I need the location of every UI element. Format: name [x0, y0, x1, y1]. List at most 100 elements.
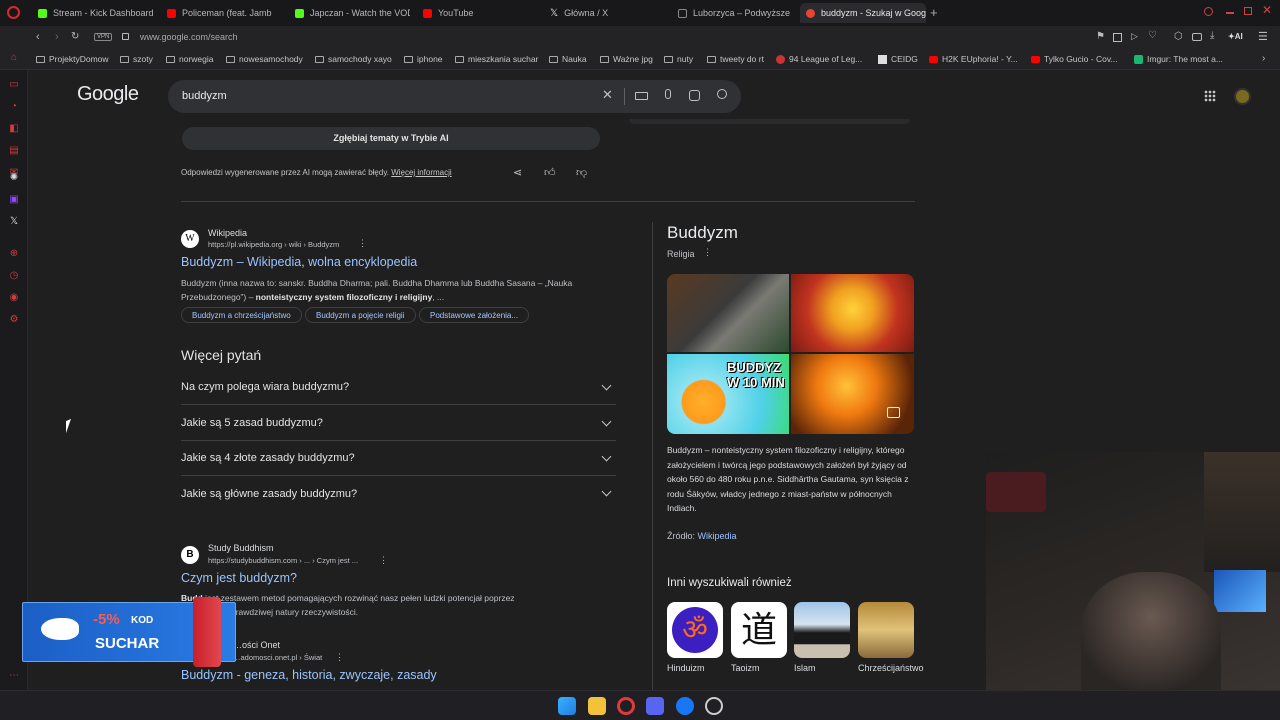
- clear-icon[interactable]: ✕: [602, 87, 613, 103]
- search-input[interactable]: buddyzm: [182, 90, 227, 102]
- player-icon[interactable]: ◉: [8, 292, 20, 304]
- more-bookmarks-icon[interactable]: ›: [1262, 53, 1265, 64]
- bag-icon[interactable]: ◧: [8, 123, 20, 135]
- kp-menu-icon[interactable]: ⋮: [703, 247, 712, 258]
- keyboard-icon[interactable]: [635, 92, 648, 100]
- maximize-icon[interactable]: [1244, 7, 1252, 15]
- clock-icon[interactable]: ◔: [8, 101, 20, 113]
- history-icon[interactable]: ◷: [8, 270, 20, 282]
- heart-icon[interactable]: ♡: [1148, 30, 1157, 41]
- bookmark-item[interactable]: iphone: [404, 54, 443, 64]
- bookmark-item[interactable]: szoty: [120, 54, 153, 64]
- opera-taskbar-icon[interactable]: [617, 697, 635, 715]
- paa-question[interactable]: Na czym polega wiara buddyzmu?: [181, 370, 616, 405]
- tab-policeman[interactable]: Policeman (feat. Jamb: [167, 3, 279, 23]
- kp-image-video-thumb[interactable]: BUDDYZ W 10 MIN: [667, 354, 789, 434]
- more-icon[interactable]: ⋯: [8, 670, 20, 682]
- bookmark-item[interactable]: norwegia: [166, 54, 214, 64]
- back-icon[interactable]: ‹: [36, 31, 40, 43]
- bookmark-item[interactable]: ProjektyDomow: [36, 54, 109, 64]
- tab-google-search[interactable]: buddyzm - Szukaj w Goog: [800, 3, 926, 23]
- kp-image-golden-buddha[interactable]: [791, 274, 914, 352]
- app-icon[interactable]: [705, 697, 723, 715]
- tab-youtube[interactable]: YouTube: [423, 3, 503, 23]
- result-menu-icon[interactable]: ⋮: [358, 238, 367, 249]
- settings-icon[interactable]: ⚙: [8, 314, 20, 326]
- related-item[interactable]: 道 Taoizm: [731, 602, 787, 673]
- bookmark-item[interactable]: 94 League of Leg...: [776, 54, 862, 64]
- download-icon[interactable]: ⤓: [1210, 30, 1214, 41]
- paa-question[interactable]: Jakie są główne zasady buddyzmu?: [181, 476, 616, 511]
- kp-image-sunset[interactable]: [791, 354, 914, 434]
- settings-menu-icon[interactable]: ☰: [1258, 30, 1268, 43]
- bookmark-item[interactable]: nuty: [664, 54, 693, 64]
- close-icon[interactable]: ✕: [1262, 3, 1272, 17]
- thumbs-down-icon[interactable]: 👎︎: [576, 166, 587, 179]
- ai-more-link[interactable]: Więcej informacji: [391, 168, 451, 177]
- bookmark-item[interactable]: mieszkania suchar: [455, 54, 538, 64]
- related-item[interactable]: Islam: [794, 602, 850, 673]
- tab-kick[interactable]: Stream - Kick Dashboard: [38, 3, 158, 23]
- file-explorer-icon[interactable]: [588, 697, 606, 715]
- related-item[interactable]: ॐ Hinduizm: [667, 602, 723, 673]
- search-tabs-icon[interactable]: [1204, 7, 1213, 16]
- reload-icon[interactable]: ↻: [71, 31, 79, 42]
- ai-button[interactable]: ✦AI: [1228, 32, 1243, 41]
- result-menu-icon[interactable]: ⋮: [335, 652, 344, 663]
- home-icon[interactable]: ⌂: [8, 52, 20, 64]
- microphone-icon[interactable]: [665, 89, 671, 99]
- paa-question[interactable]: Jakie są 4 złote zasady buddyzmu?: [181, 441, 616, 476]
- bookmark-item[interactable]: nowesamochody: [226, 54, 303, 64]
- minimize-icon[interactable]: [1226, 12, 1234, 14]
- bookmark-item[interactable]: Ważne jpg: [600, 54, 653, 64]
- speed-dial-icon[interactable]: ▭: [8, 79, 20, 91]
- source-link[interactable]: Wikipedia: [698, 531, 737, 541]
- facebook-icon[interactable]: [676, 697, 694, 715]
- result-menu-icon[interactable]: ⋮: [379, 555, 388, 566]
- url-field[interactable]: www.google.com/search: [140, 32, 238, 42]
- tab-luborzyca[interactable]: Luborzyca – Podwyższenie: [678, 3, 790, 23]
- result-title[interactable]: Czym jest buddyzm?: [181, 571, 297, 585]
- bookmark-item[interactable]: CEIDG: [878, 54, 918, 64]
- discord-icon[interactable]: [646, 697, 664, 715]
- tab-x[interactable]: 𝕏 Główna / X: [550, 3, 630, 23]
- windows-start-icon[interactable]: [558, 697, 576, 715]
- image-gallery-icon[interactable]: [887, 407, 900, 418]
- bookmark-item[interactable]: Tylko Gucio - Cov...: [1031, 54, 1118, 64]
- vpn-badge[interactable]: VPN: [94, 33, 113, 41]
- thumbs-up-icon[interactable]: 👍︎: [544, 166, 556, 179]
- messenger-icon[interactable]: ▤: [8, 145, 20, 157]
- share-icon[interactable]: ⋖: [513, 166, 522, 179]
- forward-icon[interactable]: ›: [55, 31, 59, 43]
- related-item[interactable]: Chrześcijaństwo: [858, 602, 924, 674]
- avatar[interactable]: [1234, 88, 1251, 105]
- x-icon[interactable]: 𝕏: [8, 216, 20, 228]
- lens-icon[interactable]: [689, 90, 700, 101]
- bookmark-item[interactable]: Nauka: [549, 54, 587, 64]
- sitelink-chip[interactable]: Buddyzm a pojęcie religii: [305, 307, 416, 323]
- kp-image-statue[interactable]: [667, 274, 789, 352]
- search-icon[interactable]: [717, 89, 727, 99]
- extensions-icon[interactable]: ⬡: [1174, 31, 1183, 42]
- sitelink-chip[interactable]: Buddyzm a chrześcijaństwo: [181, 307, 302, 323]
- tab-japczan[interactable]: Japczan - Watch the VOD: [295, 3, 410, 23]
- bookmark-item[interactable]: Imgur: The most a...: [1134, 54, 1223, 64]
- bookmark-item[interactable]: tweety do rt: [707, 54, 764, 64]
- bookmark-icon[interactable]: ⚑: [1096, 31, 1105, 42]
- add-icon[interactable]: ⊕: [8, 248, 20, 260]
- ai-mode-button[interactable]: Zgłębiaj tematy w Trybie AI: [182, 127, 600, 150]
- result-title[interactable]: Buddyzm - geneza, historia, zwyczaje, za…: [181, 668, 437, 682]
- sitelink-chip[interactable]: Podstawowe założenia...: [419, 307, 530, 323]
- bookmark-item[interactable]: H2K EUphoria! - Y...: [929, 54, 1018, 64]
- apps-grid-icon[interactable]: [1204, 90, 1216, 102]
- chatgpt-icon[interactable]: ✺: [8, 172, 20, 184]
- snapshot-icon[interactable]: [1113, 33, 1122, 42]
- opera-logo-icon[interactable]: [7, 6, 20, 19]
- result-title[interactable]: Buddyzm – Wikipedia, wolna encyklopedia: [181, 255, 417, 269]
- search-box[interactable]: buddyzm ✕: [168, 80, 741, 113]
- paa-question[interactable]: Jakie są 5 zasad buddyzmu?: [181, 406, 616, 441]
- bookmark-item[interactable]: samochody xayo: [315, 54, 392, 64]
- google-logo[interactable]: Google: [77, 83, 139, 106]
- play-icon[interactable]: ▷: [1131, 31, 1138, 42]
- twitch-icon[interactable]: ▣: [8, 194, 20, 206]
